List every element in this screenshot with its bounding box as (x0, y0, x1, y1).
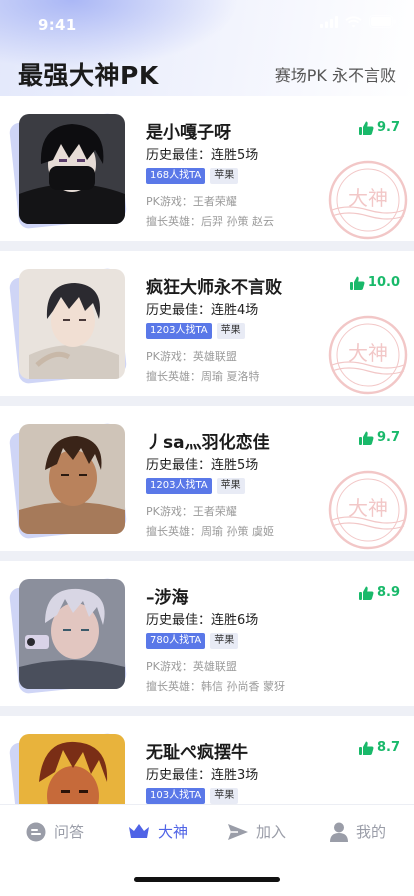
page-title: 最强大神PK (18, 61, 159, 90)
player-card[interactable]: 丿sa灬羽化恋佳 历史最佳：连胜5场 1203人找TA 苹果 PK游戏：王者荣耀… (0, 406, 414, 551)
thumbs-up-icon (349, 276, 365, 290)
rating[interactable]: 8.9 (358, 585, 400, 600)
rating-value: 10.0 (367, 275, 400, 290)
tag-group: 780人找TA 苹果 (146, 633, 239, 649)
tab-label: 加入 (256, 823, 287, 841)
thumbs-up-icon (358, 586, 374, 600)
best-record: 历史最佳：连胜5场 (146, 458, 259, 473)
tab-mine[interactable]: 我的 (330, 821, 386, 842)
seekers-badge: 168人找TA (146, 168, 206, 184)
status-bar: 9:41 (0, 0, 414, 44)
signal-icon (320, 15, 338, 28)
pk-game: PK游戏：王者荣耀 (146, 505, 237, 518)
avatar-frame (8, 267, 128, 385)
rating[interactable]: 9.7 (358, 430, 400, 445)
heroes: 擅长英雄：后羿 孙策 赵云 (146, 215, 274, 228)
battery-icon (369, 15, 396, 28)
seekers-badge: 780人找TA (146, 633, 206, 649)
rating[interactable]: 9.7 (358, 120, 400, 135)
tag-group: 1203人找TA 苹果 (146, 323, 245, 339)
stamp-text: 大神 (348, 186, 388, 210)
avatar-frame (8, 422, 128, 540)
seekers-badge: 1203人找TA (146, 478, 212, 494)
user-icon (330, 822, 348, 842)
rating[interactable]: 10.0 (349, 275, 400, 290)
pk-game: PK游戏：英雄联盟 (146, 350, 237, 363)
avatar[interactable] (19, 114, 125, 224)
rating-value: 9.7 (376, 120, 400, 135)
rating-value: 9.7 (376, 430, 400, 445)
status-time: 9:41 (38, 16, 77, 34)
dashen-stamp-icon: 大神 (328, 315, 408, 395)
thumbs-up-icon (358, 741, 374, 755)
tab-label: 问答 (54, 823, 85, 841)
player-card[interactable]: 疯狂大师永不言败 历史最佳：连胜4场 1203人找TA 苹果 PK游戏：英雄联盟… (0, 251, 414, 396)
tab-bar: 问答 大神 加入 我的 (0, 804, 414, 896)
pk-game: PK游戏：英雄联盟 (146, 660, 237, 673)
tag-group: 168人找TA 苹果 (146, 168, 239, 184)
avatar[interactable] (19, 579, 125, 689)
crown-icon (129, 824, 149, 838)
player-card[interactable]: –涉海 历史最佳：连胜6场 780人找TA 苹果 PK游戏：英雄联盟 擅长英雄：… (0, 561, 414, 706)
chat-icon (26, 822, 46, 841)
stamp-text: 大神 (348, 341, 388, 365)
send-icon (228, 823, 248, 840)
tab-label: 大神 (158, 823, 189, 841)
avatar[interactable] (19, 269, 125, 379)
tag-group: 103人找TA 苹果 (146, 788, 239, 804)
tab-label: 我的 (356, 823, 387, 841)
seekers-badge: 103人找TA (146, 788, 206, 804)
stamp-text: 大神 (348, 496, 388, 520)
player-name: 疯狂大师永不言败 (146, 278, 282, 298)
rating[interactable]: 8.7 (358, 740, 400, 755)
best-record: 历史最佳：连胜4场 (146, 303, 259, 318)
platform-badge: 苹果 (216, 478, 245, 494)
best-record: 历史最佳：连胜3场 (146, 768, 259, 783)
status-icons (320, 15, 396, 28)
dashen-stamp-icon: 大神 (328, 160, 408, 240)
platform-badge: 苹果 (210, 633, 239, 649)
rating-value: 8.7 (376, 740, 400, 755)
rating-value: 8.9 (376, 585, 400, 600)
player-card[interactable]: 是小嘎子呀 历史最佳：连胜5场 168人找TA 苹果 PK游戏：王者荣耀 擅长英… (0, 96, 414, 241)
page-subtitle: 赛场PK 永不言败 (274, 66, 396, 85)
player-name: 丿sa灬羽化恋佳 (146, 433, 270, 453)
pk-game: PK游戏：王者荣耀 (146, 195, 237, 208)
player-name: 是小嘎子呀 (146, 123, 231, 143)
tab-join[interactable]: 加入 (228, 821, 286, 842)
avatar[interactable] (19, 424, 125, 534)
player-name: 无耻ぺ疯摆牛 (146, 743, 248, 763)
avatar-frame (8, 112, 128, 230)
wifi-icon (345, 15, 362, 28)
tag-group: 1203人找TA 苹果 (146, 478, 245, 494)
heroes: 擅长英雄：周瑜 孙策 虞姬 (146, 525, 274, 538)
platform-badge: 苹果 (210, 788, 239, 804)
platform-badge: 苹果 (210, 168, 239, 184)
platform-badge: 苹果 (216, 323, 245, 339)
header: 9:41 最强大神PK 赛场PK 永不言败 (0, 0, 414, 96)
thumbs-up-icon (358, 121, 374, 135)
thumbs-up-icon (358, 431, 374, 445)
avatar-frame (8, 577, 128, 695)
heroes: 擅长英雄：韩信 孙尚香 蒙犽 (146, 680, 285, 693)
home-indicator (134, 877, 280, 882)
best-record: 历史最佳：连胜5场 (146, 148, 259, 163)
tab-qa[interactable]: 问答 (26, 821, 84, 842)
seekers-badge: 1203人找TA (146, 323, 212, 339)
tab-dashen[interactable]: 大神 (128, 821, 188, 842)
dashen-stamp-icon: 大神 (328, 470, 408, 550)
best-record: 历史最佳：连胜6场 (146, 613, 259, 628)
heroes: 擅长英雄：周瑜 夏洛特 (146, 370, 260, 383)
player-name: –涉海 (146, 588, 189, 608)
